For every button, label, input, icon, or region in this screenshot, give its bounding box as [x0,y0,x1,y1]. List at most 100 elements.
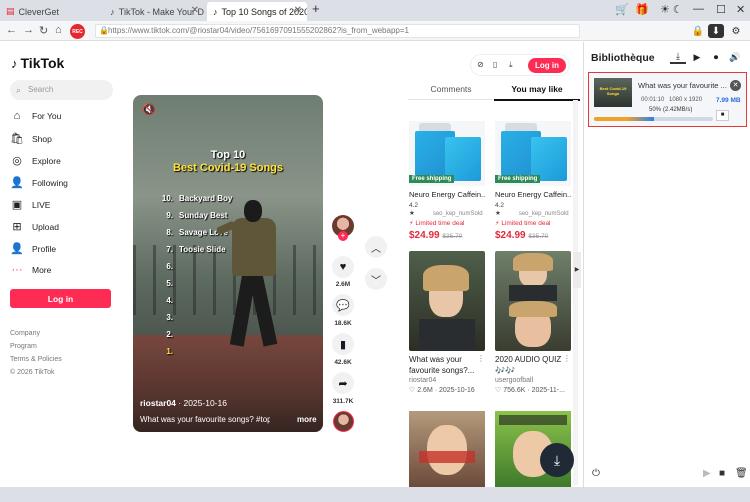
nav-upload[interactable]: ⊞ Upload [10,220,59,233]
nav-more[interactable]: ··· More [10,264,52,276]
share-icon: ➦ [338,377,348,390]
footer-company[interactable]: Company [10,330,40,337]
reload-icon[interactable]: ↻ [39,24,48,37]
minimize-icon[interactable]: — [693,3,704,15]
user-plus-icon: 👤 [10,177,24,189]
tab-you-may-like[interactable]: You may like [494,84,580,101]
nav-profile[interactable]: 👤 Profile [10,242,56,255]
product-price: $24.99 $35.70 [409,230,463,241]
product-card[interactable]: Free shipping Neuro Energy Caffein... 4.… [409,121,485,241]
product-card[interactable]: Free shipping Neuro Energy Caffein... 4.… [495,121,571,241]
download-speed: (2.42MB/s) [663,107,693,113]
tiktok-sidebar: ♪ TikTok ⌕ Search ⌂ For You 🛍 Shop ◎ Explor… [0,42,122,487]
more-options-icon[interactable]: ⋮ [563,354,571,363]
next-video-button[interactable]: ﹀ [365,268,387,290]
scrollbar[interactable] [573,100,578,485]
rank-row: 10. Backyard Boy [161,194,233,203]
comment-button[interactable]: 💬 [332,294,354,316]
chevron-down-icon: ﹀ [371,275,381,287]
product-rating: 4.2 ★ seo_kep_numSold [495,202,569,217]
like-button[interactable]: ♥ [332,256,354,278]
pause-download-button[interactable]: ■ [716,110,729,121]
device-icon[interactable]: ▯ [493,60,497,69]
download-progress-bar [594,117,713,121]
video-card[interactable]: ⋮ What was your favourite songs?... rios… [409,251,485,394]
new-tab-icon[interactable]: + [312,1,320,16]
search-icon: ⌕ [16,85,22,95]
tiktok-logo[interactable]: ♪ TikTok [11,55,64,71]
close-tab-icon[interactable]: ✕ [191,5,199,16]
nav-following[interactable]: 👤 Following [10,176,68,189]
power-icon[interactable]: ⏻ [592,468,600,479]
cart-icon[interactable]: 🛒 [615,3,629,16]
audio-tab-icon[interactable]: 🔊 [727,50,743,64]
video-card[interactable]: ⋮ 2020 AUDIO QUIZ 🎶🎶 usergoofball ♡ 756.… [495,251,571,394]
video-overlay-title: Top 10 [210,149,246,161]
video-card-author: usergoofball [495,377,534,384]
remove-download-icon[interactable]: ✕ [730,80,741,91]
download-progress-fill [594,117,654,121]
footer-terms[interactable]: Terms & Policies [10,356,62,363]
video-overlay-subtitle: Best Covid-19 Songs [172,162,284,174]
tab-tiktok-home[interactable]: ♪ TikTok - Make Your D ✕ [104,2,204,21]
prev-video-button[interactable]: ︿ [365,236,387,258]
settings-icon[interactable]: ⚙ [728,24,744,38]
video-tab-icon[interactable]: ▶ [689,50,705,64]
title-bar: ▤ CleverGet ♪ TikTok - Make Your D ✕ ♪ T… [0,0,750,21]
more-options-icon[interactable]: ⋮ [477,354,485,363]
share-button[interactable]: ➦ [332,372,354,394]
top-login-button[interactable]: Log in [528,58,566,73]
video-author[interactable]: riostar04 · 2025-10-16 [140,398,227,408]
url-field[interactable]: 🔒 https://www.tiktok.com/@riostar04/vide… [95,24,580,38]
collapse-panel-handle[interactable]: ▶ [573,252,581,288]
nav-explore[interactable]: ◎ Explore [10,154,61,167]
login-button[interactable]: Log in [10,289,111,308]
tab-comments[interactable]: Comments [408,84,494,100]
video-player[interactable]: 🔇 Top 10 Best Covid-19 Songs 10. Backyard… [133,95,323,432]
product-rating: 4.2 ★ seo_kep_numSold [409,202,483,217]
record-button[interactable]: REC [70,24,85,39]
coin-icon[interactable]: ⊘ [477,60,484,69]
compass-icon: ◎ [12,155,22,167]
follow-plus-icon[interactable]: + [338,231,348,241]
search-input[interactable]: ⌕ Search [10,80,113,100]
lock-tool-icon[interactable]: 🔒 [690,24,706,38]
tab-cleverget[interactable]: ▤ CleverGet [0,2,100,21]
save-button[interactable]: ▮ [332,333,354,355]
download-item[interactable]: Best Covid-19 Songs What was your favour… [588,72,747,127]
download-app-icon[interactable]: ⤓ [509,60,513,70]
gift-icon[interactable]: 🎁 [635,3,649,16]
nav-shop[interactable]: 🛍 Shop [10,132,52,145]
rank-row: 5. [166,279,173,288]
nav-live[interactable]: ▣ LIVE [10,198,51,211]
video-thumbnail-partial[interactable] [409,411,485,487]
record-tab-icon[interactable]: ⏺ [708,50,724,64]
more-link[interactable]: more [297,415,317,424]
dancer-figure [215,200,280,370]
creator-avatar[interactable]: + [332,215,354,241]
download-panel-icon[interactable]: ⬇ [708,24,724,38]
footer-program[interactable]: Program [10,343,37,350]
mute-icon[interactable]: 🔇 [142,103,156,116]
trash-icon[interactable]: 🗑 [735,468,748,479]
maximize-icon[interactable]: ☐ [716,3,726,16]
download-fab-button[interactable]: ⤓ [540,443,574,477]
download-thumbnail: Best Covid-19 Songs [594,78,632,107]
close-tab-icon[interactable]: ✕ [294,5,302,16]
tiktok-logo-icon: ♪ [110,7,115,17]
download-tab-icon[interactable]: ⤓ [670,50,686,64]
nav-for-you[interactable]: ⌂ For You [10,110,62,122]
play-all-icon[interactable]: ▶ [703,468,711,479]
nav-label: Upload [32,221,59,232]
music-avatar[interactable] [333,411,354,432]
back-icon[interactable]: ← [6,24,17,36]
home-icon[interactable]: ⌂ [55,24,62,36]
theme-toggle-icon[interactable]: ☀ ☾ [660,3,683,16]
forward-icon[interactable]: → [23,24,34,36]
search-placeholder: Search [28,85,54,94]
stop-all-icon[interactable]: ■ [719,468,725,479]
download-size: 7.99 MB [716,97,741,104]
close-window-icon[interactable]: ✕ [736,3,745,16]
product-name: Neuro Energy Caffein... [495,190,571,199]
tab-top10[interactable]: ♪ Top 10 Songs of 2020 ✕ [207,2,307,21]
